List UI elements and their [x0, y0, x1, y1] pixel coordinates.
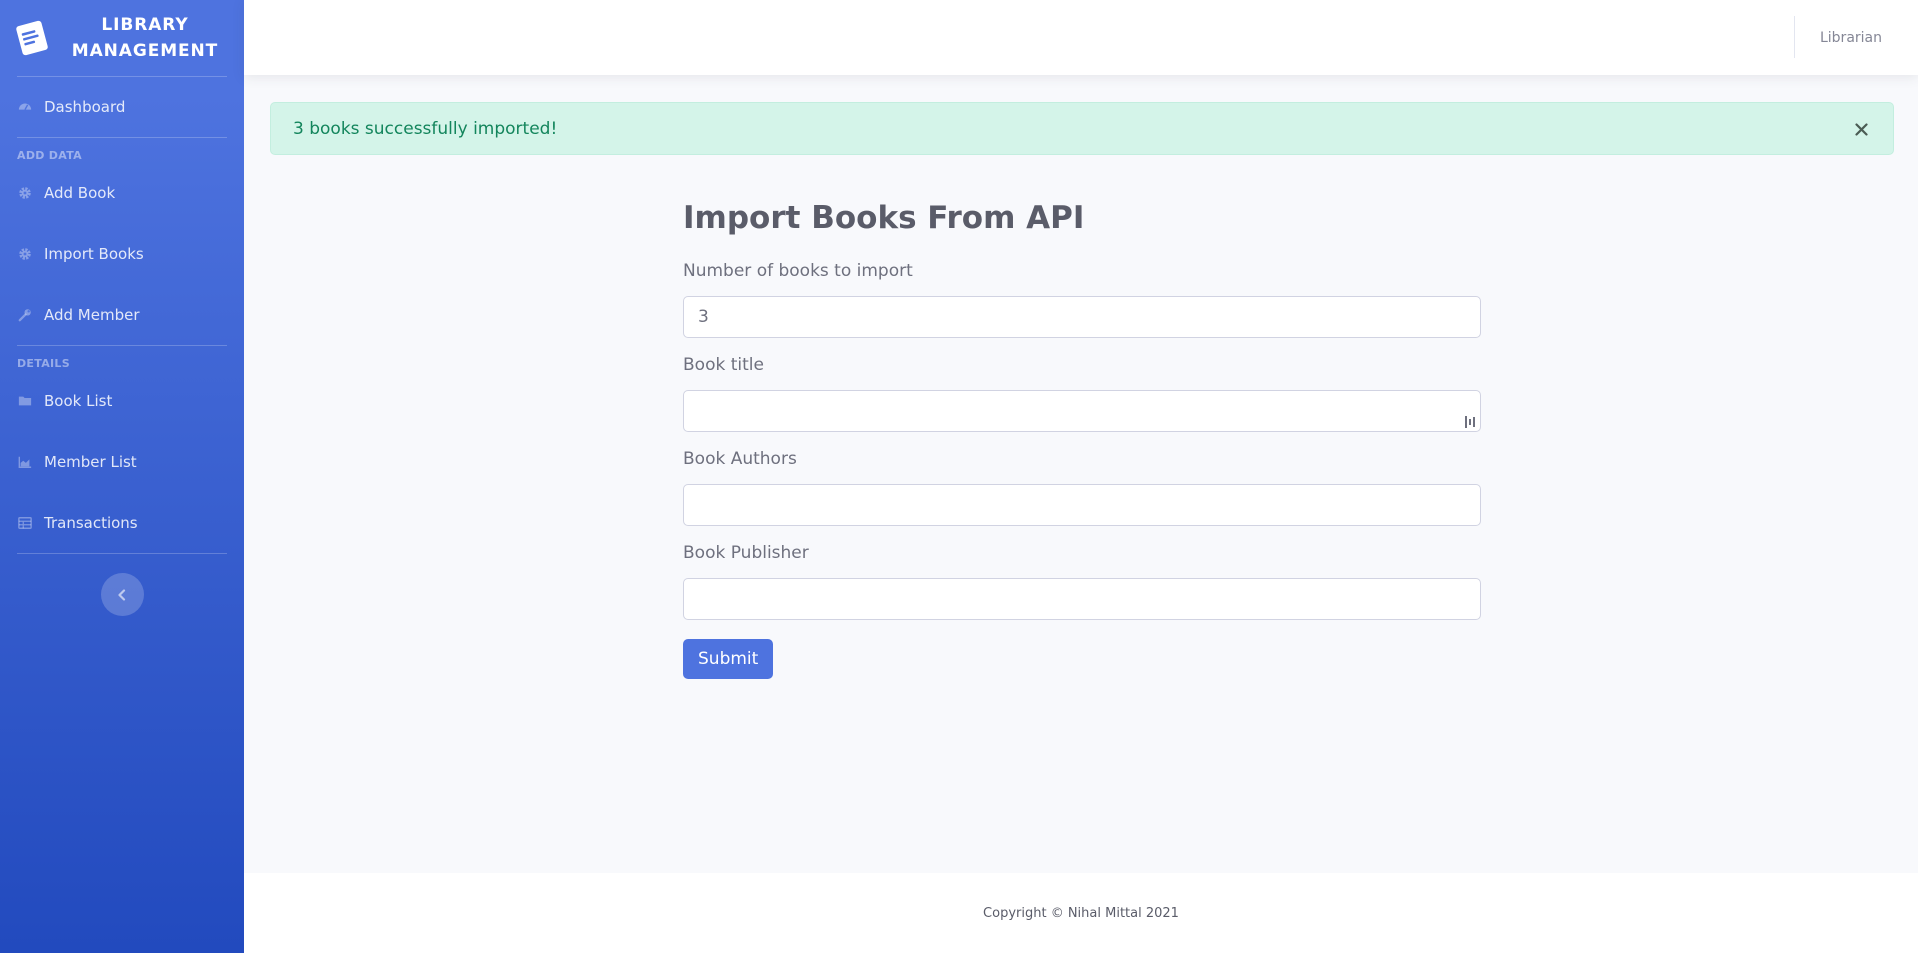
chevron-left-icon — [118, 588, 126, 601]
book-title-label: Book title — [683, 355, 764, 375]
sidebar-item-add-book[interactable]: Add Book — [0, 162, 244, 223]
sidebar: LIBRARY MANAGEMENT Dashboard ADD DATA Ad… — [0, 0, 244, 953]
user-menu[interactable]: Librarian — [1820, 0, 1882, 75]
book-icon — [16, 20, 48, 56]
sidebar-item-label: Transactions — [44, 513, 138, 532]
success-alert: 3 books successfully imported! — [270, 102, 1894, 155]
sidebar-item-label: Add Book — [44, 183, 116, 202]
chart-area-icon — [18, 455, 32, 469]
sidebar-item-dashboard[interactable]: Dashboard — [0, 77, 244, 137]
sidebar-item-label: Add Member — [44, 305, 140, 324]
submit-button[interactable]: Submit — [683, 639, 774, 679]
sidebar-item-member-list[interactable]: Member List — [0, 431, 244, 492]
book-authors-label: Book Authors — [683, 449, 797, 469]
sidebar-toggle-button[interactable] — [100, 573, 144, 616]
sidebar-heading-details: DETAILS — [17, 357, 70, 370]
alert-message: 3 books successfully imported! — [293, 118, 558, 139]
num-books-label: Number of books to import — [683, 261, 913, 281]
topbar-divider — [1794, 16, 1795, 58]
sidebar-item-transactions[interactable]: Transactions — [0, 492, 244, 553]
copyright-text: Copyright © Nihal Mittal 2021 — [983, 905, 1179, 921]
brand-line-2: MANAGEMENT — [71, 41, 219, 61]
brand-title: LIBRARY MANAGEMENT — [50, 12, 244, 64]
tachometer-icon — [18, 100, 32, 114]
page-title: Import Books From API — [683, 200, 1085, 236]
import-books-form: Import Books From API Number of books to… — [683, 196, 1481, 679]
cog-icon — [18, 186, 32, 200]
book-authors-input[interactable] — [683, 484, 1481, 526]
table-icon — [18, 516, 32, 530]
topbar: Librarian — [244, 0, 1918, 75]
sidebar-heading-add-data: ADD DATA — [17, 149, 82, 162]
alert-close-button[interactable] — [1849, 117, 1873, 141]
brand-line-1: LIBRARY — [101, 15, 189, 35]
cog-icon — [18, 247, 32, 261]
num-books-input[interactable] — [683, 296, 1481, 338]
book-title-input[interactable] — [683, 390, 1481, 432]
sidebar-toggle-wrap — [0, 554, 244, 616]
wrench-icon — [18, 308, 32, 322]
book-publisher-label: Book Publisher — [683, 543, 809, 563]
sidebar-item-import-books[interactable]: Import Books — [0, 223, 244, 284]
book-publisher-input[interactable] — [683, 578, 1481, 620]
password-manager-icon[interactable] — [1463, 414, 1477, 430]
sidebar-item-label: Book List — [44, 391, 113, 410]
sidebar-item-label: Import Books — [44, 244, 144, 263]
sidebar-item-book-list[interactable]: Book List — [0, 370, 244, 431]
sidebar-item-add-member[interactable]: Add Member — [0, 284, 244, 345]
close-icon — [1854, 122, 1868, 136]
sidebar-brand[interactable]: LIBRARY MANAGEMENT — [0, 0, 244, 76]
sidebar-item-label: Member List — [44, 452, 137, 471]
book-title-wrap — [683, 390, 1481, 432]
sidebar-item-label: Dashboard — [44, 98, 126, 116]
footer: Copyright © Nihal Mittal 2021 — [244, 873, 1918, 953]
folder-icon — [18, 394, 32, 408]
